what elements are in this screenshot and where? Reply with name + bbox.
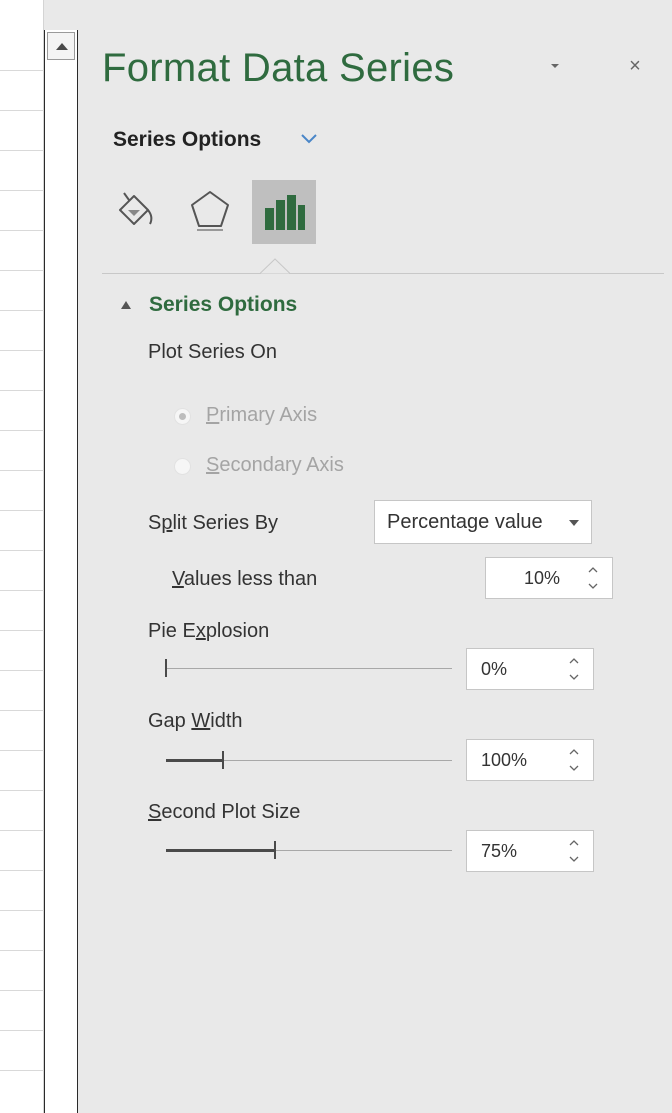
- close-pane-button[interactable]: ×: [624, 55, 646, 77]
- spin-down-icon[interactable]: [588, 582, 598, 590]
- section-title-series-options[interactable]: Series Options: [149, 293, 297, 317]
- secondary-axis-label: Secondary Axis: [206, 454, 344, 477]
- row-gridline: [0, 950, 44, 951]
- row-gridline: [0, 430, 44, 431]
- tab-effects[interactable]: [178, 180, 242, 244]
- selected-value: Percentage value: [387, 511, 543, 533]
- access-key: x: [195, 620, 206, 642]
- spin-up-icon[interactable]: [588, 566, 598, 574]
- dropdown-arrow-icon: [569, 520, 579, 526]
- spin-up-icon[interactable]: [569, 748, 579, 756]
- row-gridline: [0, 590, 44, 591]
- row-gridline: [0, 70, 44, 71]
- row-gridline: [0, 470, 44, 471]
- row-gridline: [0, 790, 44, 791]
- excel-window: Format Data Series × Series Options Seri…: [0, 0, 672, 1113]
- pie-explosion-label: Pie Explosion: [148, 620, 269, 643]
- slider-thumb[interactable]: [165, 659, 167, 677]
- secondary-axis-radio[interactable]: [174, 458, 191, 475]
- slider-fill: [166, 759, 224, 762]
- label-text: idth: [210, 710, 243, 732]
- label-text: rimary Axis: [219, 404, 318, 426]
- spinner-value: 100%: [481, 750, 528, 770]
- slider-thumb[interactable]: [273, 841, 276, 859]
- spin-up-icon[interactable]: [569, 839, 579, 847]
- row-gridline: [0, 230, 44, 231]
- row-gridline: [0, 390, 44, 391]
- row-gridline: [0, 190, 44, 191]
- row-gridline: [0, 150, 44, 151]
- spin-down-icon[interactable]: [569, 855, 579, 863]
- row-gridline: [0, 710, 44, 711]
- second-plot-size-spinner[interactable]: 75%: [466, 830, 594, 872]
- primary-axis-radio[interactable]: [174, 408, 191, 425]
- label-text: plosion: [205, 620, 270, 642]
- label-text: Pie E: [148, 620, 196, 642]
- row-gridline: [0, 350, 44, 351]
- row-gridline: [0, 110, 44, 111]
- pane-title: Format Data Series: [102, 46, 455, 90]
- label-text: econd Plot Size: [161, 801, 301, 823]
- values-less-than-label: Values less than: [172, 568, 317, 591]
- fill-line-icon: [119, 192, 153, 225]
- slider-thumb[interactable]: [222, 751, 225, 769]
- spinner-value: 75%: [481, 841, 518, 861]
- row-gridline: [0, 750, 44, 751]
- access-key: V: [172, 568, 184, 590]
- slider-fill: [166, 849, 275, 852]
- selected-tab-indicator: [260, 258, 290, 274]
- tab-series-options[interactable]: [252, 180, 316, 244]
- series-options-dropdown[interactable]: Series Options: [113, 128, 261, 152]
- series-options-chart-icon: [265, 195, 305, 230]
- gap-width-label: Gap Width: [148, 710, 243, 733]
- pie-explosion-spinner[interactable]: 0%: [466, 648, 594, 690]
- row-gridline: [0, 270, 44, 271]
- label-text: Gap: [148, 710, 192, 732]
- row-gridline: [0, 1070, 44, 1071]
- plot-series-on-label: Plot Series On: [148, 341, 277, 363]
- row-gridline: [0, 1030, 44, 1031]
- row-gridline: [0, 550, 44, 551]
- row-gridline: [0, 510, 44, 511]
- spinner-value: 0%: [481, 659, 508, 679]
- row-gridline: [0, 830, 44, 831]
- label-text: econdary Axis: [219, 454, 344, 476]
- access-key: P: [206, 404, 220, 426]
- values-less-than-spinner[interactable]: 10%: [485, 557, 613, 599]
- row-gridline: [0, 670, 44, 671]
- split-series-by-label: Split Series By: [148, 512, 278, 535]
- effects-pentagon-icon: [191, 191, 229, 231]
- primary-axis-label: Primary Axis: [206, 404, 317, 427]
- access-key: W: [191, 710, 211, 732]
- scroll-up-arrow-icon[interactable]: [47, 32, 75, 60]
- row-gridline: [0, 630, 44, 631]
- chevron-down-icon[interactable]: [300, 132, 318, 146]
- split-series-by-select[interactable]: Percentage value: [374, 500, 592, 544]
- row-gridline: [0, 870, 44, 871]
- tab-fill-line[interactable]: [104, 180, 168, 244]
- spin-down-icon[interactable]: [569, 764, 579, 772]
- row-gridline: [0, 310, 44, 311]
- spin-up-icon[interactable]: [569, 657, 579, 665]
- label-text: S: [148, 512, 162, 534]
- tab-divider: [102, 273, 664, 274]
- gap-width-spinner[interactable]: 100%: [466, 739, 594, 781]
- access-key: p: [161, 512, 173, 534]
- worksheet-grid: [0, 0, 44, 1113]
- row-gridline: [0, 910, 44, 911]
- vertical-scrollbar[interactable]: [44, 30, 78, 1113]
- second-plot-size-label: Second Plot Size: [148, 801, 300, 824]
- access-key: S: [206, 454, 220, 476]
- label-text: alues less than: [183, 568, 318, 590]
- row-gridline: [0, 990, 44, 991]
- spinner-value: 10%: [524, 568, 561, 588]
- task-pane-options-button[interactable]: [546, 56, 566, 76]
- spin-down-icon[interactable]: [569, 673, 579, 681]
- slider-track[interactable]: [166, 668, 452, 669]
- label-text: lit Series By: [172, 512, 279, 534]
- access-key: S: [148, 801, 162, 823]
- format-data-series-pane: Format Data Series × Series Options Seri…: [78, 0, 672, 1113]
- collapse-triangle-icon[interactable]: [121, 301, 131, 309]
